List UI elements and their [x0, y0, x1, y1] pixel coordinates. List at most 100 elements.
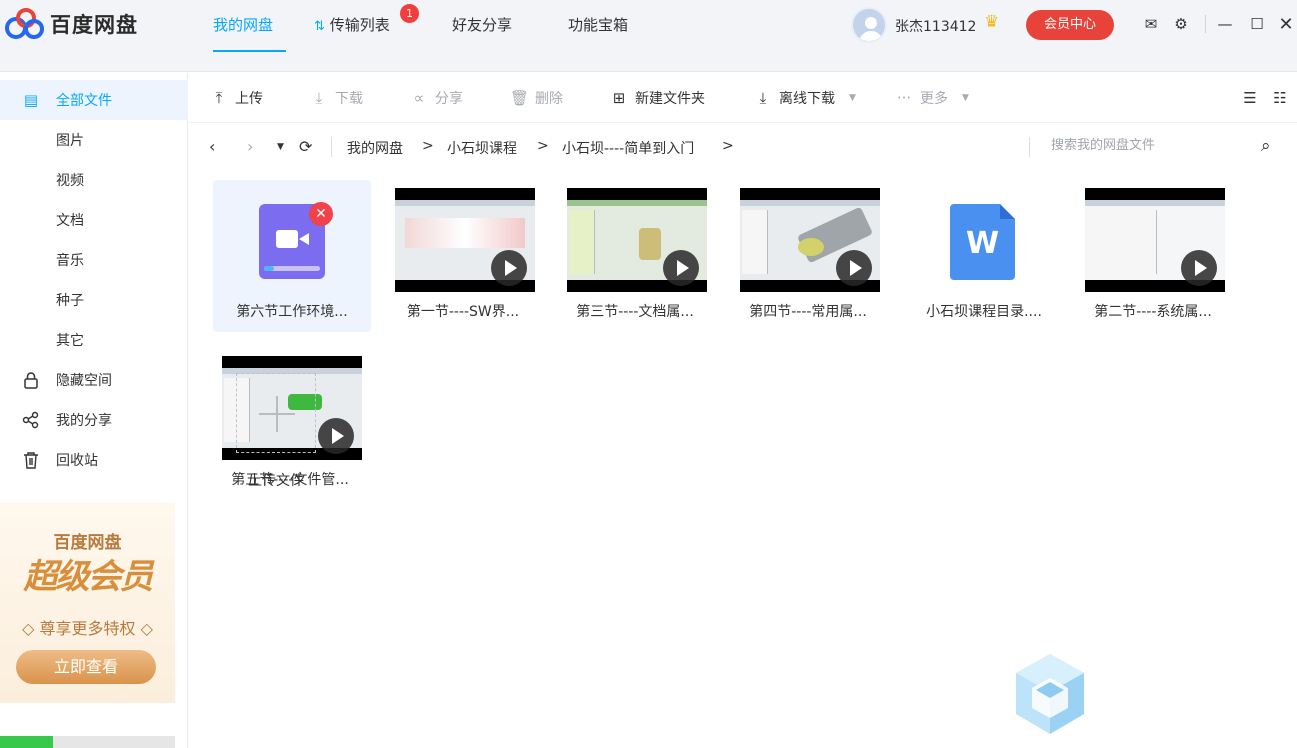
address-divider [331, 137, 332, 157]
upload-file-tile[interactable] [236, 373, 316, 453]
sidebar-item-label: 全部文件 [56, 93, 112, 109]
file-item[interactable]: 第四节----常用属... [729, 180, 887, 332]
cloud-logo-icon [5, 8, 44, 39]
offline-download-icon: ⤓ [759, 89, 767, 107]
play-icon [318, 418, 354, 454]
settings-icon[interactable]: ⚙ [1171, 14, 1191, 34]
upload-file-label[interactable]: 上传文件 [196, 470, 356, 490]
play-icon [836, 250, 872, 286]
sidebar-item-videos[interactable]: 视频 [0, 160, 188, 200]
sidebar-item-torrents[interactable]: 种子 [0, 280, 188, 320]
more-button[interactable]: ··· 更多 ▼ [895, 87, 969, 109]
file-item[interactable]: 第二节----系统属... [1074, 180, 1232, 332]
sidebar-item-hidden-space[interactable]: 隐藏空间 [0, 360, 188, 400]
upload-button[interactable]: ⤒ 上传 [210, 87, 263, 109]
tab-my-disk[interactable]: 我的网盘 [213, 14, 273, 35]
file-name: 第二节----系统属... [1094, 304, 1212, 320]
more-dots-icon: ··· [896, 89, 912, 107]
more-label: 更多 [920, 91, 948, 107]
file-item[interactable]: ✕ 第六节工作环境... [213, 180, 371, 332]
transfer-arrows-icon: ⇅ [314, 19, 325, 34]
sidebar-item-images[interactable]: 图片 [0, 120, 188, 160]
sidebar-item-label: 其它 [56, 333, 84, 349]
delete-button[interactable]: 🗑 删除 [510, 87, 563, 109]
file-name: 第一节----SW界... [406, 304, 520, 320]
sidebar-item-label: 隐藏空间 [56, 373, 112, 389]
file-name: 第六节工作环境... [236, 304, 348, 320]
breadcrumb-my-disk[interactable]: 我的网盘 [347, 138, 403, 158]
lock-icon [21, 370, 41, 390]
word-document-icon: W [950, 204, 1015, 280]
tab-friend-share[interactable]: 好友分享 [452, 14, 512, 35]
file-name: 小石坝课程目录.... [926, 304, 1042, 320]
transfer-count-badge: 1 [400, 4, 419, 23]
sort-button[interactable]: ☰ [1241, 87, 1266, 109]
search-icon[interactable]: ⌕ [1261, 136, 1271, 156]
new-folder-label: 新建文件夹 [635, 91, 705, 107]
delete-label: 删除 [535, 91, 563, 107]
video-thumbnail [567, 188, 707, 292]
app-title: 百度网盘 [50, 13, 138, 37]
title-bar: 百度网盘 我的网盘 ⇅ 传输列表 1 好友分享 功能宝箱 张杰113412 ♛ … [0, 0, 1297, 72]
search-divider [1029, 137, 1030, 157]
new-folder-button[interactable]: ⊞ 新建文件夹 [610, 87, 705, 109]
address-bar: ‹ › ▼ ⟳ 我的网盘 > 小石坝课程 > 小石坝----简单到入门 > ⌕ [189, 124, 1297, 172]
file-name: 第四节----常用属... [749, 304, 867, 320]
minimize-icon[interactable]: — [1215, 14, 1235, 34]
search-input[interactable] [1051, 138, 1251, 153]
offline-download-button[interactable]: ⤓ 离线下载 ▼ [754, 87, 856, 109]
tab-transfer-list[interactable]: ⇅ 传输列表 [314, 14, 390, 35]
chevron-down-icon[interactable]: ▼ [962, 93, 969, 103]
share-button[interactable]: ∝ 分享 [410, 87, 463, 109]
crown-icon: ♛ [984, 12, 1000, 32]
promo-subtitle: ◇ 尊享更多特权 ◇ [22, 619, 153, 638]
forward-icon[interactable]: › [247, 137, 253, 156]
sidebar-item-others[interactable]: 其它 [0, 320, 188, 360]
sidebar-item-docs[interactable]: 文档 [0, 200, 188, 240]
sidebar-item-my-share[interactable]: 我的分享 [0, 400, 188, 440]
chevron-down-icon[interactable]: ▼ [849, 93, 856, 103]
history-dropdown-icon[interactable]: ▼ [277, 142, 284, 152]
floating-assistant-icon[interactable] [1012, 652, 1088, 736]
close-icon[interactable]: ✕ [1276, 14, 1296, 35]
remove-icon[interactable]: ✕ [309, 202, 333, 226]
file-list-icon: ▤ [23, 91, 39, 109]
username[interactable]: 张杰113412 [895, 16, 976, 36]
maximize-icon[interactable]: ☐ [1247, 14, 1267, 34]
avatar[interactable] [851, 7, 887, 43]
back-icon[interactable]: ‹ [209, 137, 215, 156]
sidebar-item-music[interactable]: 音乐 [0, 240, 188, 280]
download-label: 下载 [335, 91, 363, 107]
play-icon [491, 250, 527, 286]
list-view-icon: ☷ [1273, 89, 1287, 107]
video-thumbnail [1085, 188, 1225, 292]
sidebar-item-label: 视频 [56, 173, 84, 189]
share-toolbar-icon: ∝ [413, 89, 425, 107]
breadcrumb-separator-icon: > [537, 138, 549, 154]
vip-center-button[interactable]: 会员中心 [1026, 10, 1114, 40]
promo-headline: 超级会员 [23, 557, 154, 597]
download-button[interactable]: ⤓ 下载 [310, 87, 363, 109]
video-thumbnail [395, 188, 535, 292]
refresh-icon[interactable]: ⟳ [299, 137, 312, 156]
sidebar-item-recycle-bin[interactable]: 回收站 [0, 440, 188, 480]
tab-toolbox[interactable]: 功能宝箱 [568, 14, 628, 35]
file-item[interactable]: 第三节----文档属... [556, 180, 714, 332]
promo-view-button[interactable]: 立即查看 [16, 650, 156, 684]
play-icon [663, 250, 699, 286]
file-item[interactable]: 第一节----SW界... [384, 180, 542, 332]
breadcrumb-current[interactable]: 小石坝----简单到入门 [562, 138, 694, 158]
file-item[interactable]: W 小石坝课程目录.... [905, 180, 1063, 332]
list-view-button[interactable]: ☷ [1271, 87, 1296, 109]
sidebar-item-label: 回收站 [56, 453, 98, 469]
download-icon: ⤓ [315, 89, 323, 107]
upload-label: 上传 [235, 91, 263, 107]
vip-promo-banner[interactable]: 百度网盘 超级会员 ◇ 尊享更多特权 ◇ 立即查看 [0, 503, 175, 703]
sidebar-item-label: 图片 [56, 133, 84, 149]
app-logo: 百度网盘 [2, 6, 138, 42]
mail-icon[interactable]: ✉ [1141, 14, 1161, 34]
sidebar-item-all-files[interactable]: ▤ 全部文件 [0, 80, 188, 120]
breadcrumb-course[interactable]: 小石坝课程 [447, 138, 517, 158]
sidebar-item-label: 音乐 [56, 253, 84, 269]
storage-usage-bar [0, 736, 175, 748]
